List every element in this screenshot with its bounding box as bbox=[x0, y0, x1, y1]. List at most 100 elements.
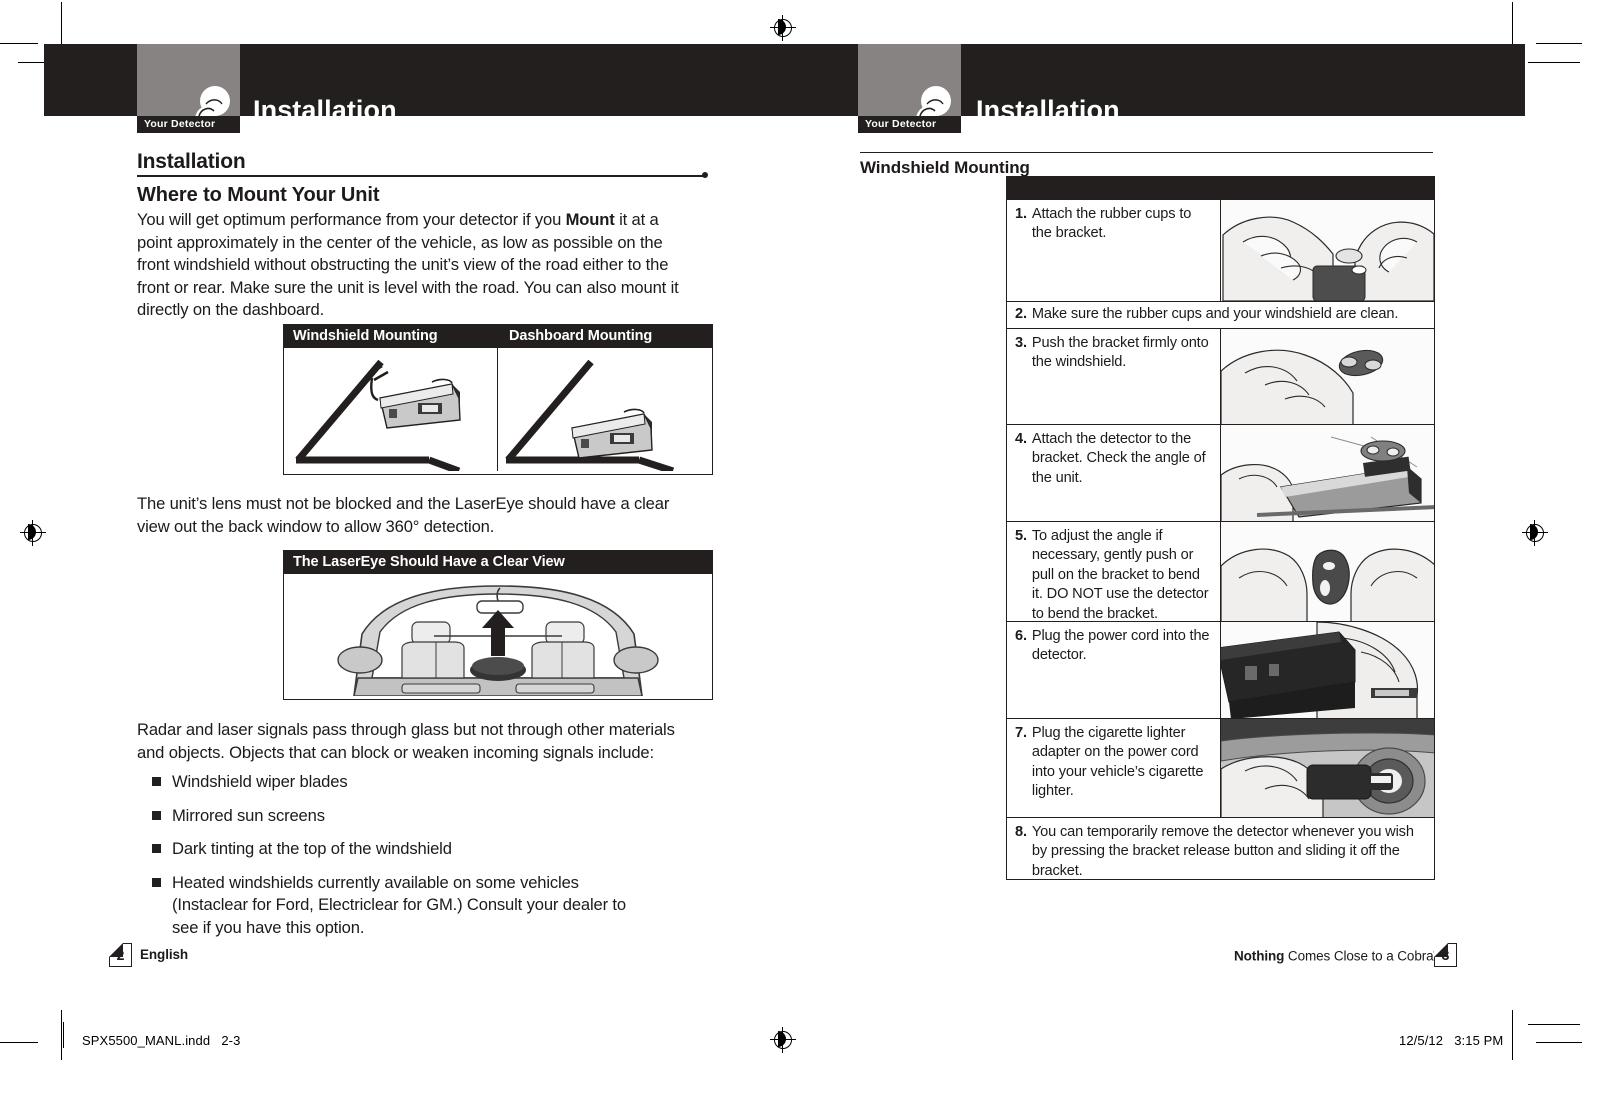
figure-mounting-caption-left: Windshield Mounting bbox=[284, 325, 497, 348]
step-number: 6. bbox=[1015, 628, 1027, 644]
crop-mark-br-h bbox=[1536, 1042, 1582, 1044]
step-text-cell: 3. Push the bracket firmly onto the wind… bbox=[1007, 329, 1220, 424]
figure-lasereye: The LaserEye Should Have a Clear View bbox=[283, 550, 713, 700]
intro-part-1: You will get optimum performance from yo… bbox=[137, 210, 566, 229]
registration-mark-right bbox=[1522, 520, 1548, 546]
signals-paragraph: Radar and laser signals pass through gla… bbox=[137, 720, 675, 762]
step-text: Plug the cigarette lighter adapter on th… bbox=[1031, 725, 1204, 800]
list-item-label: Windshield wiper blades bbox=[172, 772, 348, 791]
step-number: 4. bbox=[1015, 431, 1027, 447]
intro-paragraph: You will get optimum performance from yo… bbox=[137, 209, 694, 322]
step-text-cell: 1. Attach the rubber cups to the bracket… bbox=[1007, 200, 1220, 301]
table-row: 1. Attach the rubber cups to the bracket… bbox=[1007, 200, 1434, 301]
print-time: 3:15 PM bbox=[1454, 1033, 1504, 1048]
bullet-square-icon bbox=[152, 777, 161, 786]
table-row: 5. To adjust the angle if necessary, gen… bbox=[1007, 521, 1434, 622]
step-text: Make sure the rubber cups and your winds… bbox=[1031, 306, 1399, 322]
tagline-rest: Comes Close to a Cobra bbox=[1284, 948, 1434, 964]
print-info-rule-left bbox=[63, 1022, 65, 1048]
bullet-square-icon bbox=[152, 844, 161, 854]
print-info-rule-right bbox=[1512, 1022, 1514, 1048]
left-subsection-title: Where to Mount Your Unit bbox=[137, 184, 380, 206]
step-text-cell: 5. To adjust the angle if necessary, gen… bbox=[1007, 522, 1220, 622]
step-text: You can temporarily remove the detector … bbox=[1031, 824, 1414, 879]
right-page-tab-label: Your Detector bbox=[858, 116, 961, 133]
crop-mark-b-r2 bbox=[1528, 1024, 1580, 1026]
list-item: Dark tinting at the top of the windshiel… bbox=[137, 838, 697, 861]
windshield-mounting-illustration bbox=[295, 359, 461, 471]
step-text: Push the bracket firmly onto the windshi… bbox=[1031, 335, 1209, 371]
left-section-rule-dot bbox=[702, 172, 708, 178]
table-row: 3. Push the bracket firmly onto the wind… bbox=[1007, 328, 1434, 424]
left-page-language-label: English bbox=[140, 947, 189, 962]
right-page-detector-tab bbox=[858, 44, 961, 126]
step-text: Attach the rubber cups to the bracket. bbox=[1031, 206, 1192, 242]
crop-mark-bl-h bbox=[0, 1042, 38, 1044]
hand-plugging-power-cord-image bbox=[1220, 622, 1434, 718]
tagline-bold: Nothing bbox=[1234, 948, 1285, 964]
hand-attaching-detector-to-bracket-image bbox=[1220, 425, 1434, 521]
list-item: Windshield wiper blades bbox=[137, 771, 697, 794]
crop-mark-tl-h bbox=[0, 43, 38, 45]
table-row: 7. Plug the cigarette lighter adapter on… bbox=[1007, 718, 1434, 817]
table-row: 4. Attach the detector to the bracket. C… bbox=[1007, 424, 1434, 521]
hands-attaching-rubber-cups-image bbox=[1220, 200, 1434, 301]
list-item-label: Dark tinting at the top of the windshiel… bbox=[172, 839, 452, 859]
step-text-cell: 2. Make sure the rubber cups and your wi… bbox=[1007, 302, 1434, 328]
intro-bold-word: Mount bbox=[565, 210, 615, 229]
figure-mounting-caption-right: Dashboard Mounting bbox=[497, 325, 712, 348]
step-text-cell: 8. You can temporarily remove the detect… bbox=[1007, 818, 1434, 879]
steps-table-header-bar bbox=[1007, 177, 1434, 200]
table-row: 8. You can temporarily remove the detect… bbox=[1007, 817, 1434, 879]
print-file-name: SPX5500_MANL.indd bbox=[82, 1033, 211, 1048]
figure-lasereye-caption: The LaserEye Should Have a Clear View bbox=[284, 551, 712, 574]
crop-mark-tl-v bbox=[61, 2, 63, 50]
crop-mark-r-h2 bbox=[1528, 62, 1580, 64]
table-row: 2. Make sure the rubber cups and your wi… bbox=[1007, 301, 1434, 328]
print-file-info: SPX5500_MANL.indd 2-3 bbox=[82, 1033, 240, 1048]
print-page-range: 2-3 bbox=[221, 1033, 241, 1048]
right-page-number-badge: 3 bbox=[1433, 942, 1457, 967]
bullet-square-icon bbox=[152, 810, 161, 820]
table-row: 6. Plug the power cord into the detector… bbox=[1007, 621, 1434, 718]
left-page-header-title: Installation bbox=[253, 95, 397, 125]
left-section-title: Installation bbox=[137, 150, 246, 173]
right-section-rule bbox=[860, 152, 1433, 154]
left-section-rule bbox=[137, 175, 705, 177]
hands-bending-bracket-image bbox=[1220, 522, 1434, 621]
step-text: Plug the power cord into the detector. bbox=[1031, 628, 1210, 664]
crop-mark-tr-h bbox=[1536, 43, 1582, 45]
list-item-label: Heated windshields currently available o… bbox=[172, 872, 626, 937]
hand-plugging-cigarette-lighter-adapter-image bbox=[1220, 719, 1434, 817]
figure-mounting: Windshield Mounting Dashboard Mounting bbox=[283, 324, 713, 475]
step-number: 1. bbox=[1015, 206, 1027, 222]
manual-spread: Your Detector Installation Installation … bbox=[0, 0, 1601, 1099]
step-number: 2. bbox=[1015, 306, 1027, 322]
registration-mark-left bbox=[20, 520, 46, 546]
list-item: Mirrored sun screens bbox=[137, 805, 697, 828]
left-page-tab-label: Your Detector bbox=[137, 116, 240, 133]
step-number: 8. bbox=[1015, 824, 1027, 840]
step-text-cell: 7. Plug the cigarette lighter adapter on… bbox=[1007, 719, 1220, 817]
list-item: Heated windshields currently available o… bbox=[137, 872, 697, 940]
print-date: 12/5/12 bbox=[1399, 1033, 1444, 1048]
hand-pushing-bracket-onto-windshield-image bbox=[1220, 329, 1434, 424]
registration-mark-bottom bbox=[770, 1027, 796, 1053]
right-page-header-title: Installation bbox=[976, 95, 1120, 125]
step-number: 3. bbox=[1015, 335, 1027, 351]
step-text: Attach the detector to the bracket. Chec… bbox=[1031, 431, 1206, 486]
step-text-cell: 4. Attach the detector to the bracket. C… bbox=[1007, 425, 1220, 521]
step-text: To adjust the angle if necessary, gently… bbox=[1031, 528, 1209, 622]
windshield-mounting-steps-table: 1. Attach the rubber cups to the bracket… bbox=[1006, 176, 1435, 880]
step-text-cell: 6. Plug the power cord into the detector… bbox=[1007, 622, 1220, 718]
crop-mark-tl2-v bbox=[1512, 2, 1514, 50]
rear-window-view-illustration bbox=[337, 585, 659, 696]
step-number: 7. bbox=[1015, 725, 1027, 741]
dashboard-mounting-illustration bbox=[505, 359, 675, 471]
cobra-tagline: Nothing Comes Close to a Cobra® bbox=[1234, 947, 1440, 964]
right-section-title: Windshield Mounting bbox=[860, 158, 1030, 177]
list-item-label: Mirrored sun screens bbox=[172, 805, 325, 825]
blocking-objects-list: Windshield wiper blades Mirrored sun scr… bbox=[137, 771, 697, 951]
registration-mark-top bbox=[770, 15, 796, 41]
print-timestamp: 12/5/12 3:15 PM bbox=[1399, 1033, 1503, 1048]
